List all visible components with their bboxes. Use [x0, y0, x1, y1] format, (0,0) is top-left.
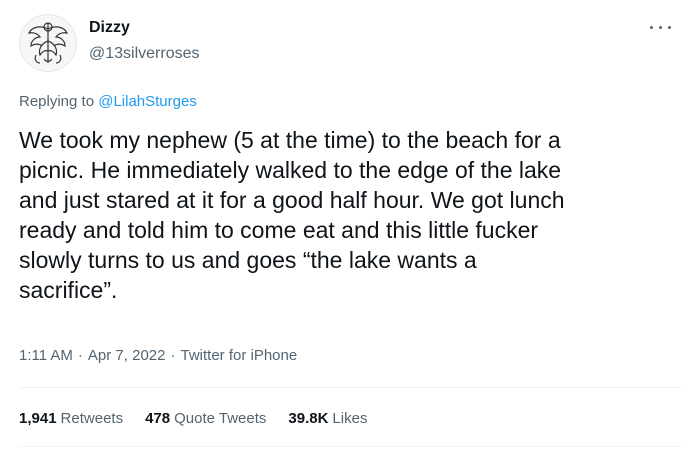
- avatar[interactable]: [19, 14, 77, 72]
- retweets-label: Retweets: [60, 410, 124, 427]
- ornate-emblem-avatar-icon: [27, 22, 69, 64]
- likes-label: Likes: [332, 410, 368, 427]
- tweet-stats: 1,941 Retweets 478 Quote Tweets 39.8K Likes: [19, 410, 389, 427]
- likes-count: 39.8K: [288, 410, 329, 427]
- divider: [19, 387, 681, 388]
- tweet-source[interactable]: Twitter for iPhone: [180, 347, 297, 364]
- replying-to-label: Replying to: [19, 93, 95, 110]
- likes-stat[interactable]: 39.8K Likes: [288, 410, 367, 427]
- more-horizontal-icon[interactable]: [648, 20, 674, 34]
- tweet-date[interactable]: Apr 7, 2022: [88, 347, 166, 364]
- divider: [19, 446, 681, 447]
- quote-tweets-label: Quote Tweets: [174, 410, 267, 427]
- meta-separator: ·: [170, 347, 176, 364]
- author-name[interactable]: Dizzy: [89, 19, 130, 37]
- meta-separator: ·: [77, 347, 83, 364]
- tweet-text: We took my nephew (5 at the time) to the…: [19, 127, 565, 303]
- reply-mention-link[interactable]: @LilahSturges: [98, 93, 197, 110]
- tweet-time[interactable]: 1:11 AM: [19, 347, 73, 364]
- quote-tweets-count: 478: [145, 410, 171, 427]
- replying-to: Replying to @LilahSturges: [19, 93, 197, 110]
- retweets-stat[interactable]: 1,941 Retweets: [19, 410, 123, 427]
- retweets-count: 1,941: [19, 410, 57, 427]
- quote-tweets-stat[interactable]: 478 Quote Tweets: [145, 410, 266, 427]
- tweet-meta: 1:11 AM · Apr 7, 2022 · Twitter for iPhone: [19, 347, 297, 364]
- author-handle[interactable]: @13silverroses: [89, 45, 200, 63]
